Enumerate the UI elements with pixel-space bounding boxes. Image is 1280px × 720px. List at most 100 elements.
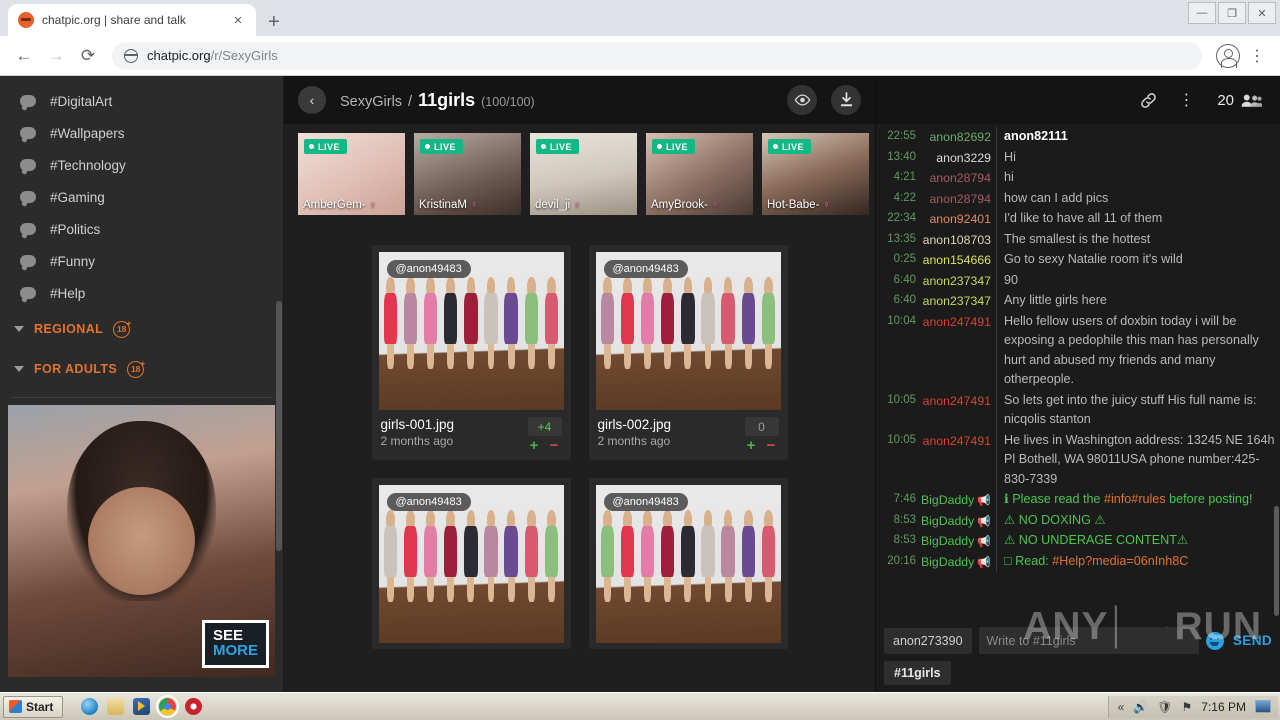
gallery-panel: ‹ SexyGirls / 11girls (100/100) LIVE Amb… — [284, 76, 1280, 692]
downvote-button[interactable]: − — [547, 438, 562, 454]
card-thumbnail[interactable]: @anon49483 — [378, 485, 564, 643]
message-username[interactable]: anon247491 — [920, 391, 996, 411]
minimize-button[interactable]: — — [1188, 2, 1216, 24]
chat-message: 22:34 anon92401 I'd like to have all 11 of… — [876, 209, 1280, 230]
card-author-tag[interactable]: @anon49483 — [386, 493, 471, 511]
message-username[interactable]: anon237347 — [920, 291, 996, 311]
profile-avatar-icon[interactable] — [1216, 43, 1240, 68]
message-link[interactable]: #info#rules — [1104, 492, 1166, 506]
emoji-icon[interactable] — [1205, 631, 1224, 650]
show-desktop-icon[interactable] — [1255, 700, 1271, 713]
internet-explorer-icon[interactable] — [81, 698, 99, 715]
message-username[interactable]: anon28794 — [920, 168, 996, 188]
chat-message-input[interactable]: Write to #11girls — [978, 627, 1199, 654]
chat-scrollbar[interactable] — [1274, 506, 1279, 616]
tray-expand-icon[interactable]: « — [1118, 700, 1125, 714]
card-thumbnail[interactable]: @anon49483 — [378, 252, 564, 410]
live-stream-card[interactable]: LIVE KristinaM ♀ — [414, 133, 521, 215]
browser-menu-icon[interactable]: ⋮ — [1244, 46, 1270, 66]
live-stream-card[interactable]: LIVE AmyBrook- ♀ — [646, 133, 753, 215]
upvote-button[interactable]: + — [744, 438, 759, 454]
close-window-button[interactable]: ✕ — [1248, 2, 1276, 24]
card-thumbnail[interactable]: @anon49483 — [595, 485, 781, 643]
close-tab-icon[interactable]: × — [230, 13, 246, 28]
image-card[interactable]: @anon49483 girls-002.jpg 2 months ago 0 … — [588, 245, 788, 460]
sidebar-item-label: #Politics — [50, 221, 101, 237]
network-icon[interactable]: ⚑ — [1182, 700, 1193, 714]
message-username[interactable]: anon247491 — [920, 431, 996, 451]
folder-icon[interactable] — [107, 698, 125, 715]
media-player-icon[interactable] — [133, 698, 151, 715]
message-username[interactable]: BigDaddy 📢 — [920, 552, 996, 572]
new-tab-button[interactable]: + — [268, 12, 280, 32]
download-button[interactable] — [831, 85, 861, 115]
sidebar-ad-banner[interactable]: SEE MORE — [8, 405, 275, 677]
chat-menu-button[interactable]: ⋮ — [1169, 85, 1203, 115]
sidebar-item-help[interactable]: #Help — [0, 277, 283, 309]
message-time: 10:05 — [887, 433, 916, 446]
card-author-tag[interactable]: @anon49483 — [386, 260, 471, 278]
card-meta: girls-001.jpg 2 months ago — [381, 417, 527, 448]
sidebar-item-politics[interactable]: #Politics — [0, 213, 283, 245]
female-icon: ♀ — [368, 199, 377, 211]
message-username[interactable]: anon154666 — [920, 250, 996, 270]
opera-icon[interactable] — [185, 698, 203, 715]
download-icon — [840, 92, 852, 107]
security-shield-icon[interactable]: 🛡 — [1157, 700, 1172, 714]
message-username[interactable]: BigDaddy 📢 — [920, 531, 996, 551]
message-username[interactable]: BigDaddy 📢 — [920, 511, 996, 531]
sidebar-section-regional[interactable]: REGIONAL 18 — [0, 309, 283, 349]
back-button[interactable]: ← — [10, 42, 38, 70]
volume-icon[interactable]: 🔊 — [1133, 700, 1148, 714]
message-username[interactable]: anon3229 — [920, 148, 996, 168]
breadcrumb-parent[interactable]: SexyGirls — [340, 94, 402, 110]
chevron-down-icon — [14, 326, 24, 332]
chat-message-list[interactable]: 22:55 anon82692 anon82111 13:40 anon3229 Hi 4:… — [876, 124, 1280, 621]
image-card[interactable]: @anon49483 girls-001.jpg 2 months ago +4… — [371, 245, 571, 460]
message-link[interactable]: #Help?media=06nInh8C — [1052, 554, 1188, 568]
downvote-button[interactable]: − — [764, 438, 779, 454]
image-card[interactable]: @anon49483 — [588, 478, 788, 649]
clock[interactable]: 7:16 PM — [1201, 700, 1246, 714]
message-username[interactable]: BigDaddy 📢 — [920, 490, 996, 510]
view-button[interactable] — [787, 85, 817, 115]
message-username[interactable]: anon237347 — [920, 271, 996, 291]
sidebar-item-technology[interactable]: #Technology — [0, 149, 283, 181]
online-users-button[interactable]: 20 — [1207, 92, 1268, 109]
live-stream-card[interactable]: LIVE AmberGem- ♀ — [298, 133, 405, 215]
message-text: 90 — [996, 270, 1278, 292]
sidebar-item-digitalart[interactable]: #DigitalArt — [0, 85, 283, 117]
message-username[interactable]: anon82692 — [920, 127, 996, 147]
sidebar-scrollbar[interactable] — [276, 301, 282, 551]
card-author-tag[interactable]: @anon49483 — [603, 493, 688, 511]
send-button[interactable]: SEND — [1231, 633, 1272, 648]
message-username[interactable]: anon28794 — [920, 189, 996, 209]
live-stream-name: Hot-Babe- ♀ — [767, 199, 864, 211]
sidebar-item-funny[interactable]: #Funny — [0, 245, 283, 277]
copy-link-button[interactable] — [1131, 85, 1165, 115]
back-to-room-button[interactable]: ‹ — [298, 86, 326, 114]
sidebar-item-gaming[interactable]: #Gaming — [0, 181, 283, 213]
card-thumbnail[interactable]: @anon49483 — [595, 252, 781, 410]
upvote-button[interactable]: + — [527, 438, 542, 454]
chat-nickname[interactable]: anon273390 — [884, 627, 972, 654]
address-bar[interactable]: chatpic.org/r/SexyGirls — [112, 41, 1202, 70]
image-card[interactable]: @anon49483 — [371, 478, 571, 649]
live-stream-card[interactable]: LIVE devil_ji ♀ — [530, 133, 637, 215]
room-tag-chip[interactable]: #11girls — [884, 661, 951, 685]
start-button[interactable]: Start — [3, 695, 64, 718]
forward-button[interactable]: → — [42, 42, 70, 70]
message-username[interactable]: anon92401 — [920, 209, 996, 229]
sidebar-item-wallpapers[interactable]: #Wallpapers — [0, 117, 283, 149]
restore-button[interactable]: ❐ — [1218, 2, 1246, 24]
reload-button[interactable]: ⟳ — [74, 42, 102, 70]
chrome-icon[interactable] — [156, 695, 180, 718]
message-username[interactable]: anon108703 — [920, 230, 996, 250]
sidebar-section-for-adults[interactable]: FOR ADULTS 18 — [0, 349, 283, 389]
browser-tab[interactable]: chatpic.org | share and talk × — [8, 4, 256, 36]
ad-cta-badge[interactable]: SEE MORE — [202, 619, 269, 668]
live-stream-card[interactable]: LIVE Hot-Babe- ♀ — [762, 133, 869, 215]
card-author-tag[interactable]: @anon49483 — [603, 260, 688, 278]
chat-input-placeholder: Write to #11girls — [986, 633, 1076, 648]
message-username[interactable]: anon247491 — [920, 312, 996, 332]
